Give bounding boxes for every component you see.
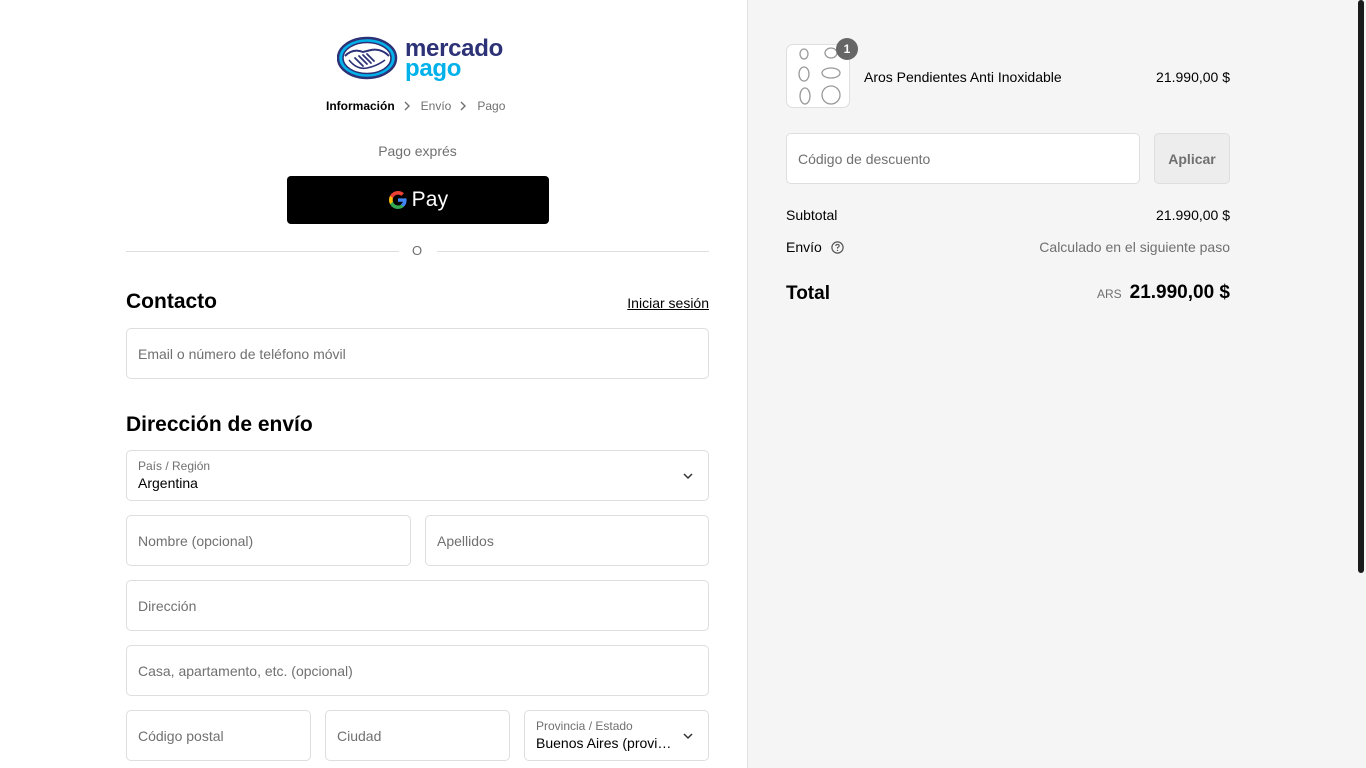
discount-code-field[interactable] [786, 133, 1140, 184]
handshake-icon [336, 36, 398, 80]
total-amount: ARS 21.990,00 $ [1097, 282, 1230, 304]
logo-wordmark-pago: pago [405, 55, 462, 82]
email-field[interactable] [126, 328, 709, 379]
login-link[interactable]: Iniciar sesión [627, 295, 709, 311]
product-name: Aros Pendientes Anti Inoxidable [864, 69, 1062, 85]
google-pay-label: Pay [411, 188, 449, 211]
email-input[interactable] [127, 329, 708, 378]
province-select-label: Provincia / Estado [536, 719, 633, 733]
scrollbar-thumb[interactable] [1358, 0, 1364, 573]
breadcrumb-pago[interactable]: Pago [477, 99, 505, 113]
city-input[interactable] [326, 711, 509, 760]
scrollbar-track[interactable] [1356, 0, 1366, 768]
mercado-pago-logo: mercado pago [336, 36, 503, 82]
help-circle-icon[interactable] [831, 241, 844, 254]
total-currency: ARS [1096, 287, 1122, 301]
divider-or-text: O [411, 243, 423, 258]
country-select-label: País / Región [138, 459, 211, 473]
shipping-value: Calculado en el siguiente paso [1039, 239, 1230, 255]
divider-right [437, 251, 709, 252]
google-g-icon [388, 191, 407, 209]
country-select-value: Argentina [138, 475, 198, 491]
divider-left [126, 251, 399, 252]
total-label: Total [786, 283, 830, 304]
last-name-field[interactable] [425, 515, 709, 566]
chevron-right-icon [456, 99, 472, 113]
apply-discount-button[interactable]: Aplicar [1154, 133, 1230, 184]
breadcrumb-envio[interactable]: Envío [421, 99, 452, 113]
shipping-label: Envío [786, 239, 822, 255]
breadcrumb-informacion: Información [326, 99, 395, 113]
chevron-right-icon [400, 99, 416, 113]
first-name-field[interactable] [126, 515, 411, 566]
subtotal-value: 21.990,00 $ [1156, 207, 1230, 223]
contact-heading: Contacto [126, 290, 217, 313]
address-input[interactable] [127, 581, 708, 630]
city-field[interactable] [325, 710, 510, 761]
chevron-down-icon [683, 733, 693, 740]
discount-code-input[interactable] [787, 134, 1139, 183]
apartment-input[interactable] [127, 646, 708, 695]
shipping-row-label: Envío [786, 239, 844, 255]
breadcrumb: Información Envío Pago [326, 99, 505, 113]
order-summary: 1 Aros Pendientes Anti Inoxidable 21.990… [747, 0, 1366, 768]
first-name-input[interactable] [127, 516, 410, 565]
express-checkout-label: Pago exprés [378, 143, 457, 159]
product-price: 21.990,00 $ [1156, 69, 1230, 85]
checkout-main: mercado pago Información Envío Pago Pago… [0, 0, 747, 768]
shipping-address-heading: Dirección de envío [126, 413, 313, 436]
province-select[interactable]: Provincia / Estado Buenos Aires (provinc… [524, 710, 709, 761]
province-select-value: Buenos Aires (provincia) [536, 735, 676, 751]
postal-code-input[interactable] [127, 711, 310, 760]
total-value: 21.990,00 $ [1129, 282, 1230, 303]
google-pay-button[interactable]: Pay [287, 176, 549, 224]
country-select[interactable]: País / Región Argentina [126, 450, 709, 501]
quantity-badge: 1 [836, 38, 858, 60]
address-field[interactable] [126, 580, 709, 631]
subtotal-label: Subtotal [786, 207, 838, 223]
postal-code-field[interactable] [126, 710, 311, 761]
chevron-down-icon [683, 473, 693, 480]
apartment-field[interactable] [126, 645, 709, 696]
last-name-input[interactable] [426, 516, 708, 565]
